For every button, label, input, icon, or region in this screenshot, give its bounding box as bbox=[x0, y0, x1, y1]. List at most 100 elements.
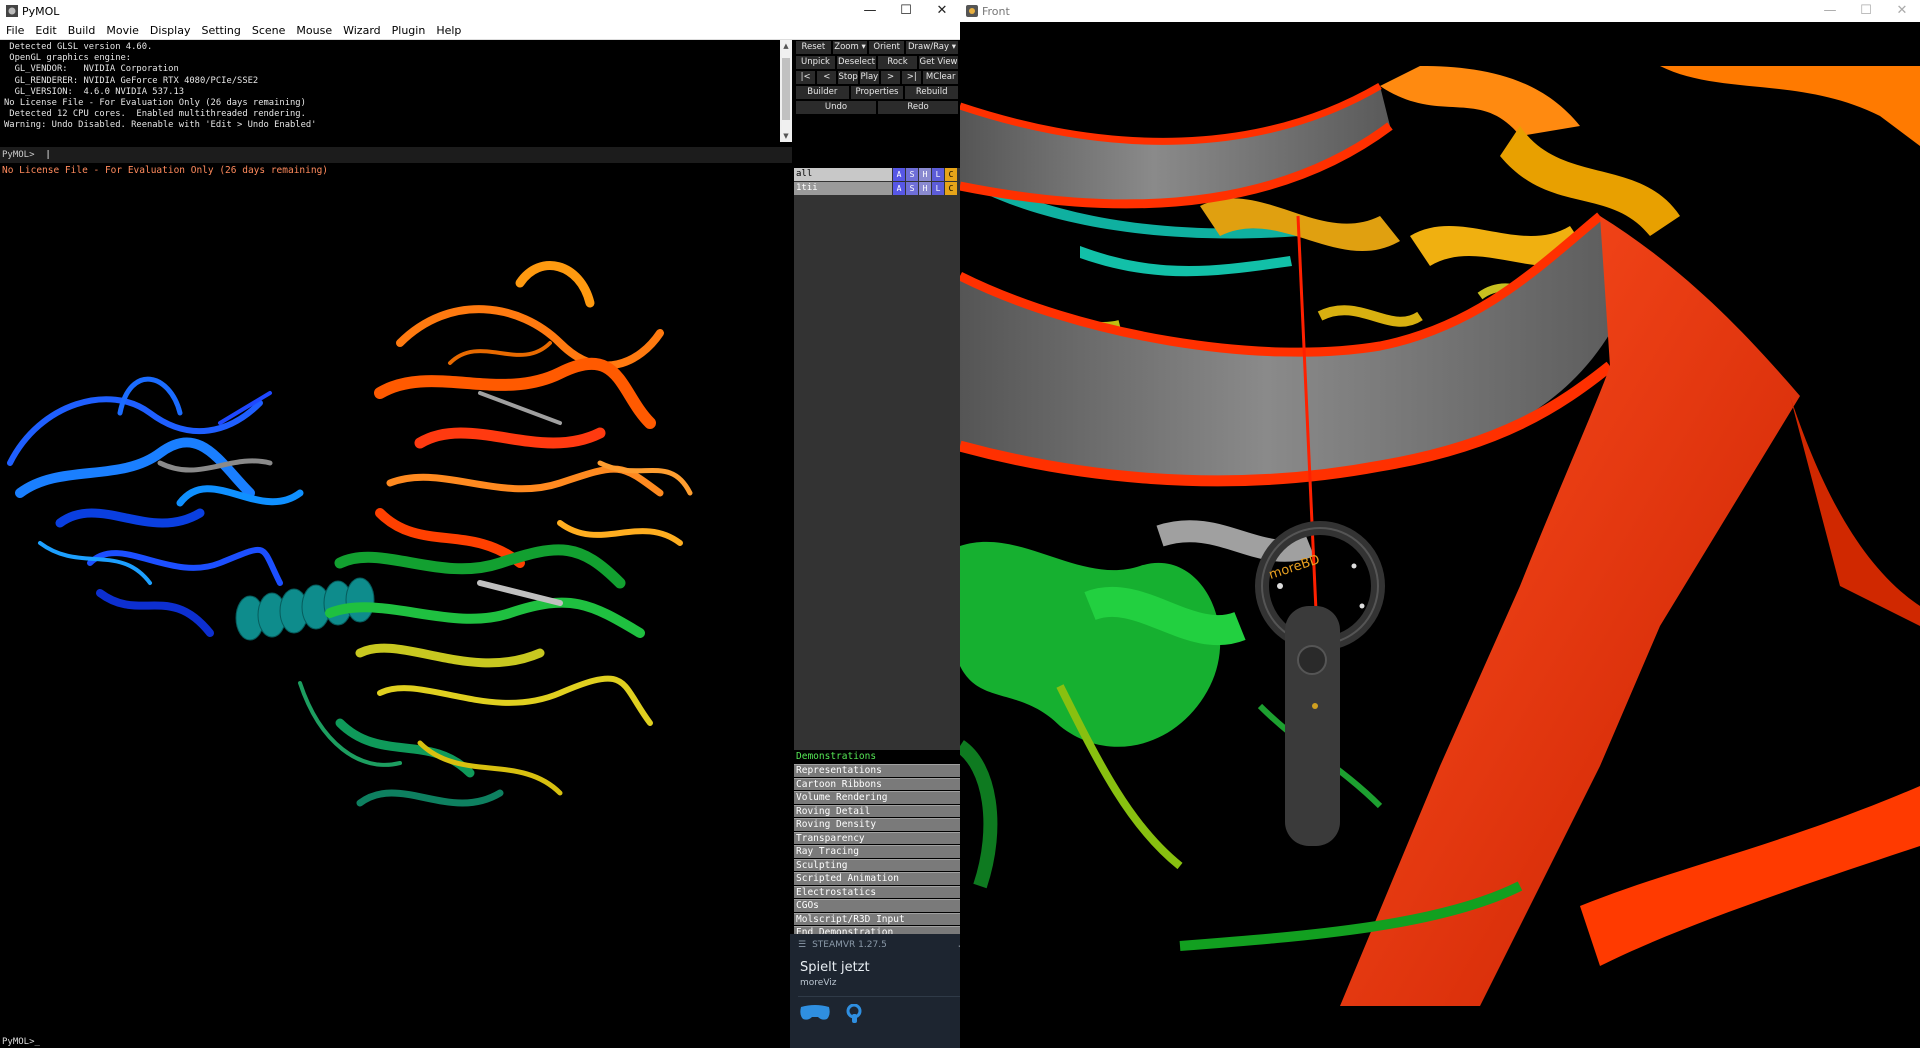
demo-item[interactable]: Electrostatics bbox=[794, 885, 960, 898]
license-warning: No License File - For Evaluation Only (2… bbox=[2, 165, 329, 176]
zoom-button[interactable]: Zoom ▾ bbox=[832, 41, 868, 54]
show-button[interactable]: S bbox=[906, 182, 918, 195]
demo-item[interactable]: Roving Detail bbox=[794, 804, 960, 817]
hide-button[interactable]: H bbox=[919, 182, 931, 195]
end-button[interactable]: >| bbox=[902, 71, 922, 84]
properties-button[interactable]: Properties bbox=[850, 86, 904, 99]
undo-button[interactable]: Undo bbox=[796, 101, 876, 114]
maximize-button[interactable]: ☐ bbox=[1848, 0, 1884, 22]
menu-help[interactable]: Help bbox=[430, 22, 466, 39]
demo-item[interactable]: Ray Tracing bbox=[794, 845, 960, 858]
menu-scene[interactable]: Scene bbox=[246, 22, 291, 39]
control-button-panel: Reset Zoom ▾ Orient Draw/Ray ▾ Unpick De… bbox=[794, 40, 960, 168]
demo-item[interactable]: Cartoon Ribbons bbox=[794, 777, 960, 790]
front-window: Front — ☐ ✕ moreBD bbox=[960, 0, 1920, 1048]
action-button[interactable]: A bbox=[893, 168, 905, 181]
hide-button[interactable]: H bbox=[919, 168, 931, 181]
action-button[interactable]: A bbox=[893, 182, 905, 195]
minimize-button[interactable]: — bbox=[1812, 0, 1848, 22]
draw-ray-button[interactable]: Draw/Ray ▾ bbox=[906, 41, 959, 54]
forward-button[interactable]: > bbox=[880, 71, 901, 84]
menu-setting[interactable]: Setting bbox=[195, 22, 245, 39]
builder-button[interactable]: Builder bbox=[796, 86, 849, 99]
rewind-button[interactable]: |< bbox=[796, 71, 816, 84]
minimize-button[interactable]: — bbox=[852, 0, 888, 22]
scroll-thumb[interactable] bbox=[782, 58, 790, 120]
demo-item[interactable]: CGOs bbox=[794, 899, 960, 912]
deselect-button[interactable]: Deselect bbox=[837, 56, 876, 69]
front-titlebar[interactable]: Front — ☐ ✕ bbox=[960, 0, 1920, 22]
back-button[interactable]: < bbox=[817, 71, 837, 84]
show-button[interactable]: S bbox=[906, 168, 918, 181]
device-status bbox=[790, 1004, 988, 1024]
console-line: OpenGL graphics engine: bbox=[4, 53, 132, 64]
play-button[interactable]: Play bbox=[859, 71, 879, 84]
stop-button[interactable]: Stop bbox=[838, 71, 858, 84]
pymol-app-icon bbox=[6, 5, 18, 17]
color-button[interactable]: C bbox=[945, 168, 957, 181]
reset-button[interactable]: Reset bbox=[796, 41, 831, 54]
command-prompt: PyMOL> bbox=[2, 150, 35, 160]
viewport-prompt[interactable]: PyMOL>_ bbox=[0, 1036, 792, 1048]
menu-edit[interactable]: Edit bbox=[29, 22, 61, 39]
menu-mouse[interactable]: Mouse bbox=[290, 22, 337, 39]
get-view-button[interactable]: Get View bbox=[919, 56, 958, 69]
demo-item[interactable]: Sculpting bbox=[794, 858, 960, 871]
object-row-1tii[interactable]: 1tii A S H L C bbox=[794, 182, 960, 195]
command-input[interactable]: PyMOL> | bbox=[0, 147, 792, 163]
menu-file[interactable]: File bbox=[0, 22, 29, 39]
molecule-viewport[interactable] bbox=[0, 163, 792, 1038]
demo-item[interactable]: Roving Density bbox=[794, 818, 960, 831]
demo-item[interactable]: Representations bbox=[794, 764, 960, 777]
vr-scene-render: moreBD bbox=[960, 66, 1920, 1006]
orange-domain bbox=[374, 261, 693, 568]
object-name[interactable]: all bbox=[794, 168, 892, 181]
unpick-button[interactable]: Unpick bbox=[796, 56, 835, 69]
pymol-window: PyMOL — ☐ ✕ File Edit Build Movie Displa… bbox=[0, 0, 960, 1048]
object-name[interactable]: 1tii bbox=[794, 182, 892, 195]
vr-viewport[interactable]: moreBD bbox=[960, 66, 1920, 1006]
label-button[interactable]: L bbox=[932, 182, 944, 195]
menu-bar: File Edit Build Movie Display Setting Sc… bbox=[0, 22, 960, 40]
rock-button[interactable]: Rock bbox=[878, 56, 917, 69]
now-playing-label: Spielt jetzt bbox=[800, 960, 870, 975]
protein-cartoon-render bbox=[7, 261, 693, 807]
menu-wizard[interactable]: Wizard bbox=[337, 22, 386, 39]
steamvr-title: STEAMVR 1.27.5 bbox=[812, 940, 887, 950]
console-line: Warning: Undo Disabled. Reenable with 'E… bbox=[4, 120, 317, 131]
menu-movie[interactable]: Movie bbox=[100, 22, 144, 39]
color-button[interactable]: C bbox=[945, 182, 957, 195]
now-playing-app: moreViz bbox=[800, 978, 837, 988]
pymol-titlebar[interactable]: PyMOL — ☐ ✕ bbox=[0, 0, 960, 22]
headset-icon[interactable] bbox=[798, 1004, 832, 1022]
close-button[interactable]: ✕ bbox=[1884, 0, 1920, 22]
menu-plugin[interactable]: Plugin bbox=[386, 22, 431, 39]
vr-controller-model: moreBD bbox=[1255, 521, 1385, 846]
close-button[interactable]: ✕ bbox=[924, 0, 960, 22]
hamburger-menu-icon[interactable]: ☰ bbox=[798, 940, 806, 950]
orient-button[interactable]: Orient bbox=[869, 41, 905, 54]
label-button[interactable]: L bbox=[932, 168, 944, 181]
demo-item[interactable]: Transparency bbox=[794, 831, 960, 844]
maximize-button[interactable]: ☐ bbox=[888, 0, 924, 22]
console-line: Detected GLSL version 4.60. bbox=[4, 42, 153, 52]
divider bbox=[798, 996, 980, 997]
object-row-all[interactable]: all A S H L C bbox=[794, 168, 960, 181]
demo-item[interactable]: Volume Rendering bbox=[794, 791, 960, 804]
console-output: Detected GLSL version 4.60. OpenGL graph… bbox=[0, 40, 780, 142]
menu-build[interactable]: Build bbox=[62, 22, 101, 39]
scroll-down-icon[interactable]: ▼ bbox=[780, 130, 792, 142]
rebuild-button[interactable]: Rebuild bbox=[905, 86, 959, 99]
console-line: No License File - For Evaluation Only (2… bbox=[4, 98, 306, 109]
console-line: GL_VENDOR: NVIDIA Corporation bbox=[4, 64, 179, 75]
mclear-button[interactable]: MClear bbox=[923, 71, 959, 84]
redo-button[interactable]: Redo bbox=[878, 101, 958, 114]
menu-display[interactable]: Display bbox=[144, 22, 196, 39]
demo-item[interactable]: Molscript/R3D Input bbox=[794, 912, 960, 925]
steamvr-titlebar[interactable]: ☰ STEAMVR 1.27.5 – ✕ bbox=[790, 934, 988, 956]
console-scrollbar[interactable]: ▲ ▼ bbox=[780, 40, 792, 142]
demo-item[interactable]: Scripted Animation bbox=[794, 872, 960, 885]
controller-icon[interactable] bbox=[844, 1004, 864, 1024]
scroll-up-icon[interactable]: ▲ bbox=[780, 40, 792, 52]
console-line: Detected 12 CPU cores. Enabled multithre… bbox=[4, 109, 306, 120]
